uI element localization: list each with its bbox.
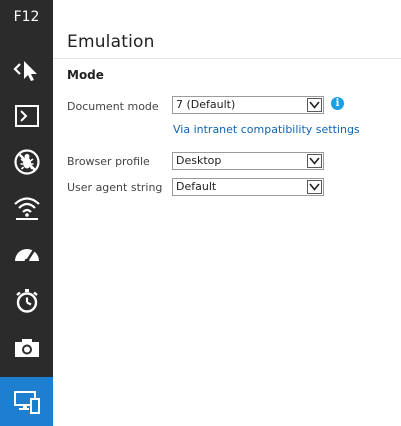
browser-profile-label: Browser profile xyxy=(67,155,150,168)
document-mode-select[interactable]: 7 (Default) xyxy=(172,96,324,114)
tool-sidebar: F12 xyxy=(0,0,53,426)
title-divider xyxy=(53,58,401,59)
ui-responsiveness-tool[interactable] xyxy=(0,231,53,277)
f12-header: F12 xyxy=(13,9,40,25)
network-wifi-icon xyxy=(13,197,40,220)
console-icon xyxy=(14,105,39,127)
intranet-compat-link[interactable]: Via intranet compatibility settings xyxy=(173,123,360,136)
stopwatch-icon xyxy=(15,289,38,313)
chevron-down-icon[interactable] xyxy=(307,180,322,194)
document-mode-value: 7 (Default) xyxy=(176,98,236,111)
document-mode-label: Document mode xyxy=(67,100,159,113)
user-agent-value: Default xyxy=(176,180,217,193)
speedometer-icon xyxy=(14,249,39,264)
dom-explorer-tool[interactable] xyxy=(0,46,53,92)
memory-tool[interactable] xyxy=(0,325,53,371)
emulation-tool[interactable] xyxy=(0,377,53,426)
browser-profile-select[interactable]: Desktop xyxy=(172,152,324,170)
emulation-panel: Emulation Mode Document mode 7 (Default)… xyxy=(53,0,401,426)
camera-icon xyxy=(14,339,39,357)
browser-profile-value: Desktop xyxy=(176,154,222,167)
debugger-bug-icon xyxy=(13,149,40,175)
select-element-icon xyxy=(12,61,37,81)
section-mode-heading: Mode xyxy=(67,68,104,82)
chevron-down-icon[interactable] xyxy=(307,154,322,168)
info-icon[interactable]: i xyxy=(331,97,344,110)
profiler-tool[interactable] xyxy=(0,278,53,324)
network-tool[interactable] xyxy=(0,185,53,231)
panel-title: Emulation xyxy=(67,32,155,52)
console-tool[interactable] xyxy=(0,93,53,139)
chevron-down-icon[interactable] xyxy=(307,98,322,112)
emulation-devices-icon xyxy=(13,390,40,414)
user-agent-select[interactable]: Default xyxy=(172,178,324,196)
debugger-tool[interactable] xyxy=(0,139,53,185)
user-agent-label: User agent string xyxy=(67,181,163,194)
